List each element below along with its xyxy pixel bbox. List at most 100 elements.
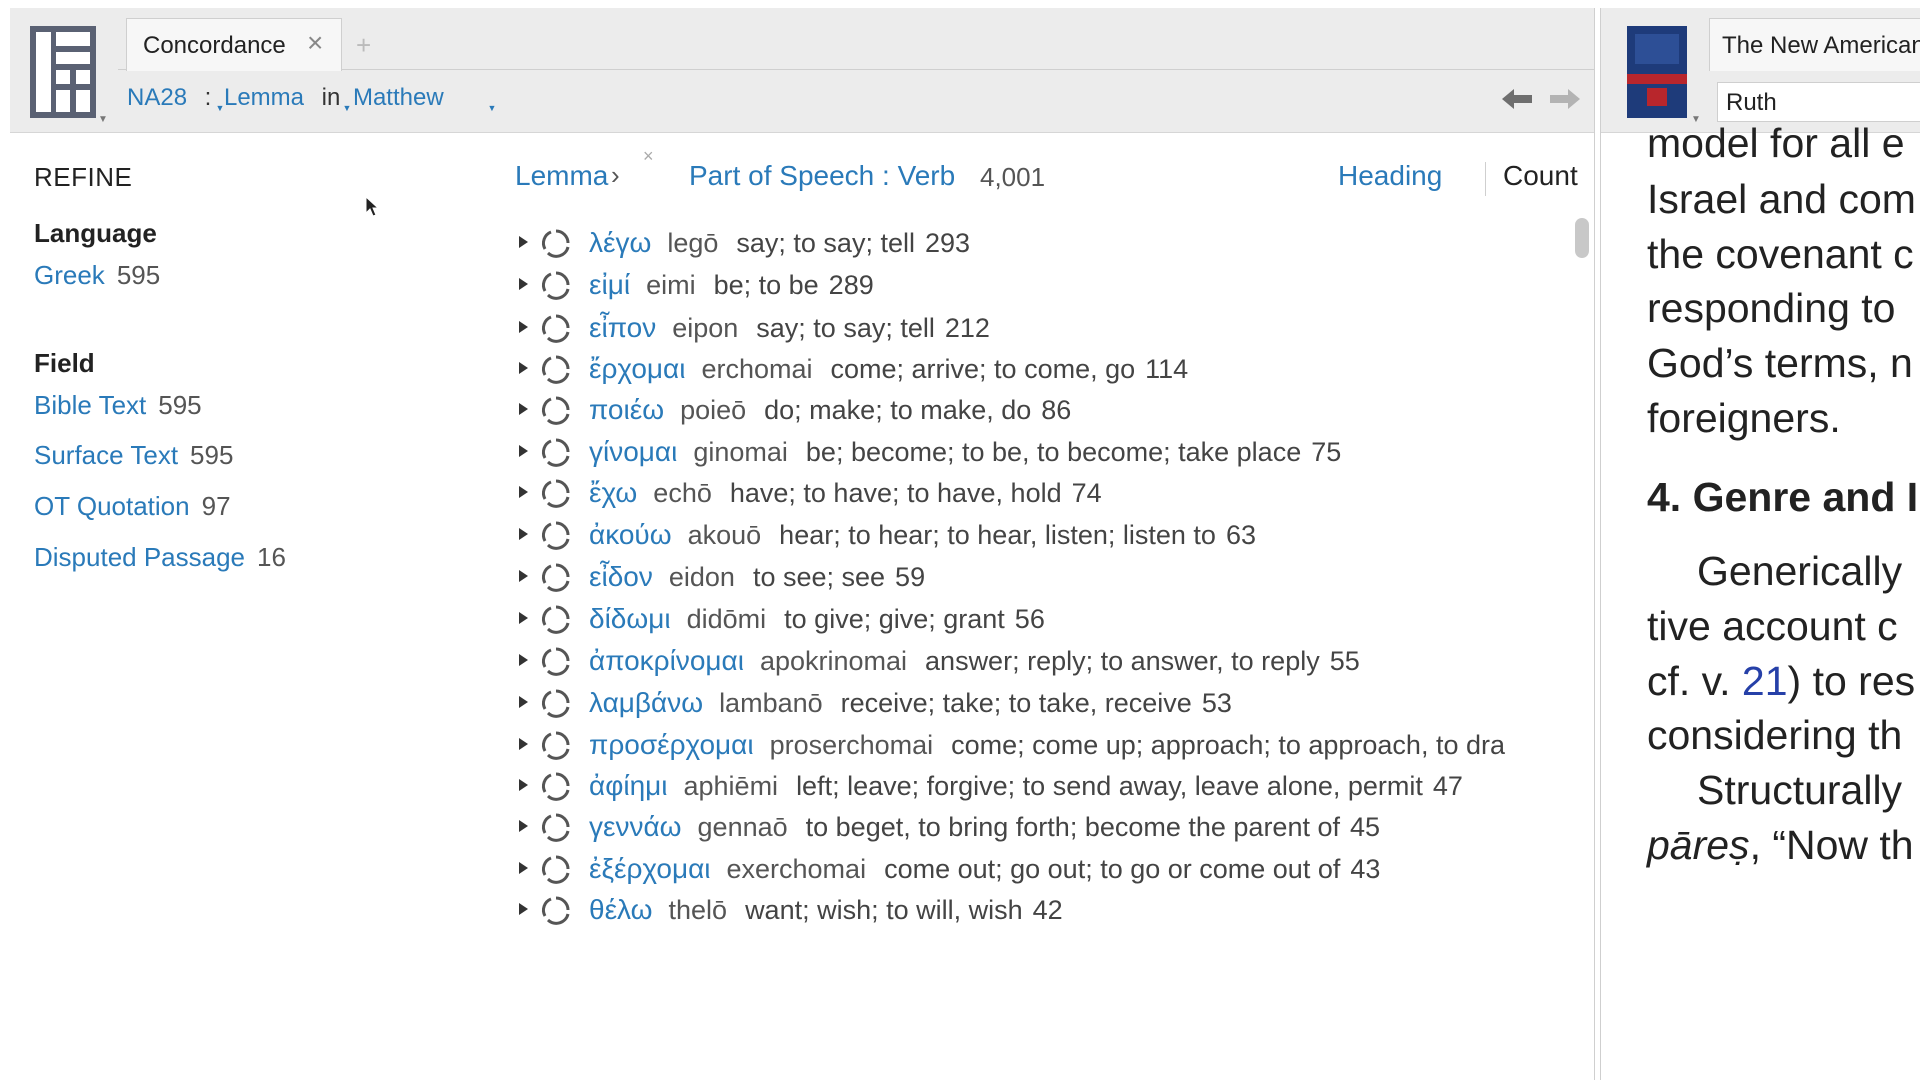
range-selector[interactable]: Matthew ▼ <box>352 84 496 113</box>
lemma-transliteration: eipon <box>672 313 739 343</box>
crumb-lemma[interactable]: Lemma <box>515 160 608 192</box>
refresh-circle-icon[interactable] <box>539 602 573 636</box>
commentary-line: the covenant c <box>1647 231 1914 277</box>
refresh-circle-icon[interactable] <box>539 435 573 469</box>
refine-title: REFINE <box>34 162 133 192</box>
lemma-greek[interactable]: ἐξέρχομαι <box>589 853 711 884</box>
expand-triangle-icon[interactable] <box>519 570 528 582</box>
commentary-header: ▼ The New American Ruth <box>1601 8 1920 133</box>
lemma-transliteration: gennaō <box>697 812 788 842</box>
arrow-left-icon[interactable] <box>1502 88 1532 110</box>
refresh-circle-icon[interactable] <box>539 893 573 927</box>
facet-language-greek[interactable]: Greek 595 <box>34 260 160 291</box>
refresh-circle-icon[interactable] <box>539 268 573 302</box>
expand-triangle-icon[interactable] <box>519 612 528 624</box>
lemma-greek[interactable]: γεννάω <box>589 811 682 842</box>
lemma-greek[interactable]: γίνομαι <box>589 436 677 467</box>
refresh-circle-icon[interactable] <box>539 393 573 427</box>
lemma-transliteration: eimi <box>646 270 696 300</box>
facet-field-surface-text[interactable]: Surface Text 595 <box>34 440 233 471</box>
resource-selector[interactable]: NA28 ▼ <box>127 84 224 113</box>
expand-triangle-icon[interactable] <box>519 779 528 791</box>
refresh-circle-icon[interactable] <box>539 226 573 260</box>
expand-triangle-icon[interactable] <box>519 903 528 915</box>
expand-triangle-icon[interactable] <box>519 738 528 750</box>
lemma-count: 75 <box>1311 437 1342 467</box>
row-text: ἔχω echō have; to have; to have, hold 74 <box>589 477 1102 509</box>
lemma-greek[interactable]: εἶδον <box>589 561 653 592</box>
expand-triangle-icon[interactable] <box>519 321 528 333</box>
caret-down-icon[interactable]: ▼ <box>98 114 108 125</box>
lemma-transliteration: poieō <box>680 395 747 425</box>
facet-label: Disputed Passage <box>34 542 246 572</box>
lemma-greek[interactable]: ἀφίημι <box>589 770 668 801</box>
layout-grid-icon[interactable] <box>30 26 96 118</box>
lemma-greek[interactable]: ἔχω <box>589 477 637 508</box>
refresh-circle-icon[interactable] <box>539 810 573 844</box>
lemma-gloss: left; leave; forgive; to send away, leav… <box>796 771 1423 801</box>
scrollbar[interactable] <box>1575 218 1589 258</box>
expand-triangle-icon[interactable] <box>519 278 528 290</box>
refresh-circle-icon[interactable] <box>539 352 573 386</box>
new-tab-button[interactable]: + <box>356 30 371 61</box>
refresh-circle-icon[interactable] <box>539 518 573 552</box>
row-text: ἀποκρίνομαι apokrinomai answer; reply; to … <box>589 645 1360 677</box>
facet-field-ot-quotation[interactable]: OT Quotation 97 <box>34 491 231 522</box>
reference-input[interactable]: Ruth <box>1717 82 1920 122</box>
lemma-greek[interactable]: λαμβάνω <box>589 687 703 718</box>
refresh-circle-icon[interactable] <box>539 686 573 720</box>
expand-triangle-icon[interactable] <box>519 362 528 374</box>
close-icon[interactable]: × <box>307 29 323 57</box>
expand-triangle-icon[interactable] <box>519 696 528 708</box>
expand-triangle-icon[interactable] <box>519 820 528 832</box>
crumb-part-of-speech[interactable]: Part of Speech : Verb <box>689 160 955 192</box>
refresh-circle-icon[interactable] <box>539 852 573 886</box>
count-sort-button[interactable]: Count <box>1503 160 1578 192</box>
lemma-greek[interactable]: θέλω <box>589 894 653 925</box>
expand-triangle-icon[interactable] <box>519 528 528 540</box>
verse-link[interactable]: 21 <box>1742 658 1788 704</box>
lemma-gloss: do; make; to make, do <box>764 395 1032 425</box>
lemma-greek[interactable]: ἀποκρίνομαι <box>589 645 744 676</box>
lemma-greek[interactable]: προσέρχομαι <box>589 729 754 760</box>
lemma-greek[interactable]: ἀκούω <box>589 519 672 550</box>
heading-sort-button[interactable]: Heading <box>1338 160 1442 192</box>
type-selector[interactable]: Lemma ▼ <box>224 84 351 113</box>
lemma-greek[interactable]: εἶπον <box>589 312 656 343</box>
refresh-circle-icon[interactable] <box>539 311 573 345</box>
row-text: ἀφίημι aphiēmi left; leave; forgive; to se… <box>589 770 1463 802</box>
expand-triangle-icon[interactable] <box>519 654 528 666</box>
commentary-line: considering th <box>1647 712 1903 758</box>
lemma-gloss: be; become; to be, to become; take place <box>805 437 1302 467</box>
refresh-circle-icon[interactable] <box>539 769 573 803</box>
facet-field-bible-text[interactable]: Bible Text 595 <box>34 390 202 421</box>
lemma-greek[interactable]: λέγω <box>589 227 651 258</box>
lemma-greek[interactable]: δίδωμι <box>589 603 671 634</box>
refresh-circle-icon[interactable] <box>539 728 573 762</box>
arrow-right-icon[interactable] <box>1550 88 1580 110</box>
facet-field-disputed-passage[interactable]: Disputed Passage 16 <box>34 542 286 573</box>
facet-count: 595 <box>158 390 202 420</box>
expand-triangle-icon[interactable] <box>519 236 528 248</box>
list-item[interactable]: θέλω thelō want; wish; to will, wish 42 <box>495 885 1575 935</box>
lemma-transliteration: echō <box>653 478 712 508</box>
tab-commentary[interactable]: The New American <box>1709 18 1920 71</box>
expand-triangle-icon[interactable] <box>519 403 528 415</box>
expand-triangle-icon[interactable] <box>519 486 528 498</box>
lemma-greek[interactable]: ποιέω <box>589 394 664 425</box>
refresh-circle-icon[interactable] <box>539 476 573 510</box>
refresh-circle-icon[interactable] <box>539 560 573 594</box>
commentary-line: foreigners. <box>1647 395 1841 441</box>
results-pane: Lemma › × Part of Speech : Verb 4,001 He… <box>495 134 1594 1080</box>
expand-triangle-icon[interactable] <box>519 862 528 874</box>
tab-concordance[interactable]: Concordance × <box>126 18 342 71</box>
refresh-circle-icon[interactable] <box>539 644 573 678</box>
lemma-greek[interactable]: εἰμί <box>589 269 630 300</box>
remove-filter-icon[interactable]: × <box>643 146 654 167</box>
expand-triangle-icon[interactable] <box>519 445 528 457</box>
lemma-gloss: have; to have; to have, hold <box>729 478 1062 508</box>
book-cover-icon[interactable] <box>1627 26 1687 118</box>
facet-count: 16 <box>257 542 286 572</box>
range-label: Matthew <box>352 84 444 111</box>
lemma-greek[interactable]: ἔρχομαι <box>589 353 685 384</box>
